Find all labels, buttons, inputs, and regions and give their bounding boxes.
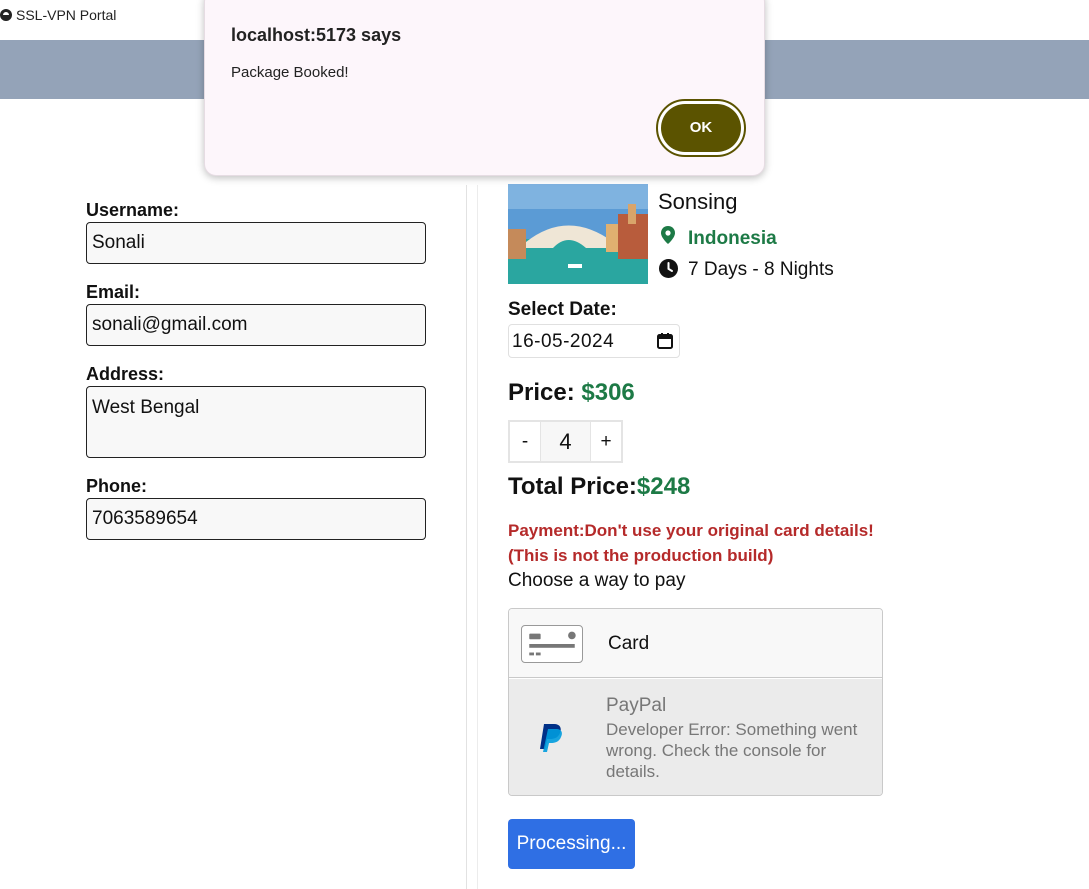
column-divider — [466, 185, 467, 889]
username-input[interactable]: Sonali — [86, 222, 426, 264]
total-price-value: $248 — [636, 473, 691, 500]
date-value: 16-05-2024 — [512, 331, 615, 352]
calendar-icon[interactable] — [657, 333, 673, 349]
date-label: Select Date: — [508, 299, 617, 320]
alert-dialog: localhost:5173 says Package Booked! OK — [204, 0, 765, 176]
price-row: Price: $306 — [508, 379, 635, 407]
package-duration: 7 Days - 8 Nights — [688, 259, 834, 280]
phone-label: Phone: — [86, 476, 147, 496]
dialog-ok-label: OK — [661, 104, 741, 152]
clock-icon — [659, 259, 678, 278]
paypal-payment-option[interactable]: PayPal Developer Error: Something went w… — [509, 679, 882, 795]
package-name: Sonsing — [658, 189, 738, 214]
package-location: Indonesia — [688, 228, 777, 249]
address-label: Address: — [86, 364, 165, 384]
payment-warning: Payment:Don't use your original card det… — [508, 521, 874, 540]
browser-tab-title[interactable]: SSL-VPN Portal — [16, 7, 116, 23]
package-thumbnail — [508, 184, 648, 284]
location-pin-icon — [661, 226, 675, 244]
column-divider-secondary — [477, 185, 478, 889]
choose-payment-label: Choose a way to pay — [508, 570, 686, 591]
payment-options: Card PayPal Developer Error: Something w… — [508, 608, 883, 796]
total-price-label: Total Price: — [508, 473, 637, 500]
quantity-value[interactable]: 4 — [540, 422, 591, 461]
paypal-icon — [540, 724, 562, 752]
date-input[interactable]: 16-05-2024 — [508, 324, 680, 358]
quantity-stepper[interactable]: - 4 + — [508, 420, 623, 463]
dialog-title: localhost:5173 says — [231, 25, 402, 45]
total-price-row: Total Price:$248 — [508, 473, 690, 501]
username-label: Username: — [86, 200, 180, 220]
price-label: Price: — [508, 379, 582, 406]
card-payment-option[interactable]: Card — [509, 609, 882, 678]
email-input[interactable]: sonali@gmail.com — [86, 304, 426, 346]
paypal-error-message: Developer Error: Something went wrong. C… — [606, 720, 858, 781]
browser-tab-icon — [0, 9, 12, 21]
credit-card-icon — [521, 625, 583, 663]
paypal-option-label: PayPal — [606, 695, 667, 716]
decrement-button[interactable]: - — [510, 422, 540, 461]
booking-form: Username: Sonali Email: sonali@gmail.com… — [86, 198, 426, 540]
phone-input[interactable]: 7063589654 — [86, 498, 426, 540]
dialog-ok-button[interactable]: OK — [656, 99, 746, 157]
email-label: Email: — [86, 282, 141, 302]
dialog-message: Package Booked! — [231, 64, 349, 81]
processing-button[interactable]: Processing... — [508, 819, 635, 869]
increment-button[interactable]: + — [591, 422, 621, 461]
payment-warning-note: (This is not the production build) — [508, 546, 774, 565]
address-textarea[interactable]: West Bengal — [86, 386, 426, 458]
card-option-label: Card — [608, 633, 650, 654]
price-value: $306 — [581, 379, 635, 406]
